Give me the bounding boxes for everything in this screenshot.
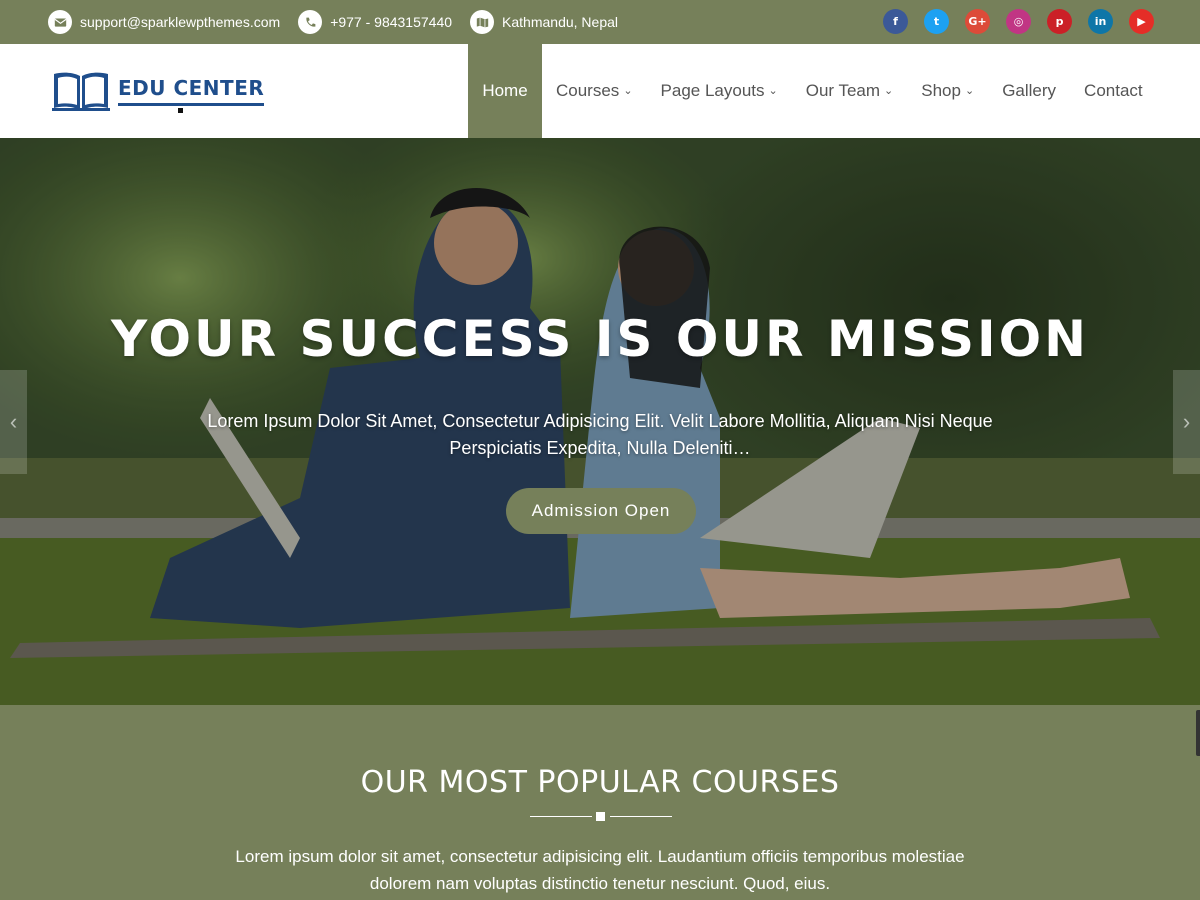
admission-button[interactable]: Admission Open xyxy=(506,488,696,534)
slider-next-arrow[interactable]: › xyxy=(1173,370,1200,474)
location-text: Kathmandu, Nepal xyxy=(502,14,618,30)
pinterest-icon[interactable]: p xyxy=(1047,9,1072,34)
section-title: OUR MOST POPULAR COURSES xyxy=(360,765,840,800)
map-icon xyxy=(470,10,495,34)
phone-contact[interactable]: +977 - 9843157440 xyxy=(298,10,452,34)
chevron-down-icon: ⌄ xyxy=(964,84,975,97)
hero-subtitle: Lorem Ipsum Dolor Sit Amet, Consectetur … xyxy=(207,411,993,458)
nav-shop[interactable]: Shop ⌄ xyxy=(907,44,988,138)
logo-name: EDU CENTER xyxy=(118,76,265,100)
logo-underline xyxy=(118,103,265,113)
nav-home[interactable]: Home xyxy=(468,44,542,138)
chevron-left-icon: ‹ xyxy=(9,409,18,434)
linkedin-icon[interactable]: in xyxy=(1088,9,1113,34)
twitter-icon[interactable]: t xyxy=(924,9,949,34)
site-header: EDU CENTER Home Courses ⌄ Page Layouts ⌄ O… xyxy=(0,44,1200,138)
open-book-icon xyxy=(52,72,110,111)
slider-prev-arrow[interactable]: ‹ xyxy=(0,370,27,474)
chevron-down-icon: ⌄ xyxy=(768,84,778,97)
main-nav: Home Courses ⌄ Page Layouts ⌄ Our Team ⌄ Sh… xyxy=(468,44,1157,138)
top-bar: support@sparklewpthemes.com +977 - 98431… xyxy=(0,0,1200,44)
chevron-right-icon: › xyxy=(1182,409,1191,434)
site-logo[interactable]: EDU CENTER xyxy=(52,68,265,114)
nav-page-layouts[interactable]: Page Layouts ⌄ xyxy=(647,44,792,138)
section-description: Lorem ipsum dolor sit amet, consectetur … xyxy=(235,847,965,893)
social-links: f t G+ ◎ p in ▶ xyxy=(867,9,1154,34)
hero-title: YOUR SUCCESS IS OUR MISSION xyxy=(111,310,1089,368)
nav-gallery[interactable]: Gallery xyxy=(988,44,1070,138)
popular-courses-section: OUR MOST POPULAR COURSES Lorem ipsum dol… xyxy=(0,705,1200,900)
nav-courses[interactable]: Courses ⌄ xyxy=(542,44,647,138)
google-plus-icon[interactable]: G+ xyxy=(965,9,990,34)
location-contact: Kathmandu, Nepal xyxy=(470,10,618,34)
phone-text[interactable]: +977 - 9843157440 xyxy=(330,14,452,30)
chevron-down-icon: ⌄ xyxy=(884,84,894,97)
scroll-handle[interactable] xyxy=(1196,710,1200,756)
instagram-icon[interactable]: ◎ xyxy=(1006,9,1031,34)
section-divider xyxy=(530,812,672,821)
chevron-down-icon: ⌄ xyxy=(623,84,633,97)
nav-contact[interactable]: Contact xyxy=(1070,44,1157,138)
facebook-icon[interactable]: f xyxy=(883,9,908,34)
nav-our-team[interactable]: Our Team ⌄ xyxy=(792,44,908,138)
envelope-icon xyxy=(48,10,72,34)
email-contact[interactable]: support@sparklewpthemes.com xyxy=(48,10,280,34)
hero-slider: YOUR SUCCESS IS OUR MISSION Lorem Ipsum … xyxy=(0,138,1200,705)
email-text[interactable]: support@sparklewpthemes.com xyxy=(80,14,280,30)
phone-icon xyxy=(298,10,323,34)
youtube-icon[interactable]: ▶ xyxy=(1129,9,1154,34)
